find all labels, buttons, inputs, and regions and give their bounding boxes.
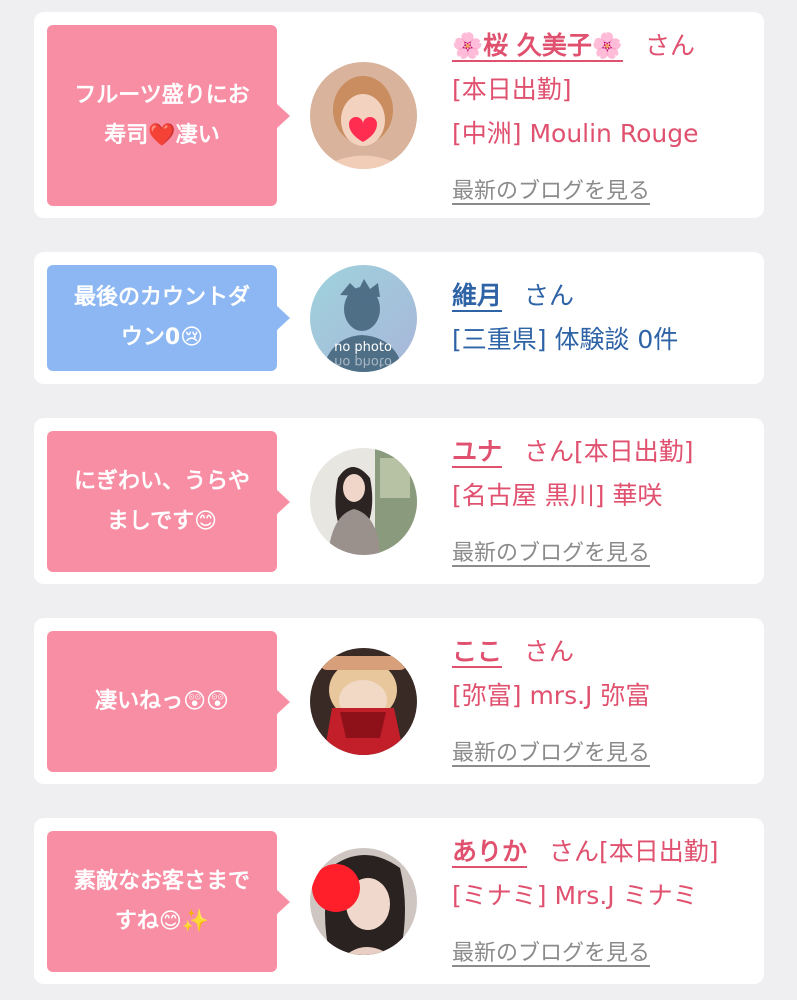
comment-text: 最後のカウントダ ウン0😢 [73, 285, 250, 350]
avatar[interactable] [310, 648, 417, 755]
honorific: さん [524, 637, 575, 666]
honorific: さん[本日出勤] [549, 837, 719, 866]
avatar[interactable]: no photo no photo [310, 265, 417, 372]
profile-name-link[interactable]: 維月 [452, 281, 502, 310]
view-blog-link[interactable]: 最新のブログを見る [452, 741, 650, 766]
view-blog-link[interactable]: 最新のブログを見る [452, 541, 650, 566]
profile-name-link[interactable]: ユナ [452, 437, 502, 466]
comment-bubble: 素敵なお客さまで すね😊✨ [47, 831, 290, 972]
avatar-photo-icon [310, 448, 417, 555]
comment-card: フルーツ盛りにお 寿司❤️凄い 🌸桜 久美子🌸 さん [本日出勤] [中洲] Mo… [34, 12, 764, 218]
avatar-photo-icon [310, 848, 417, 955]
profile-name-link[interactable]: 🌸桜 久美子🌸 [452, 31, 623, 60]
profile-info: 🌸桜 久美子🌸 さん [本日出勤] [中洲] Moulin Rouge 最新のブロ… [452, 24, 699, 212]
no-photo-label: no photo [334, 340, 392, 355]
comment-bubble: にぎわい、うらや ましです😊 [47, 431, 290, 572]
no-photo-icon: no photo no photo [310, 265, 417, 372]
profile-name-link[interactable]: ありか [452, 837, 527, 866]
comment-text: フルーツ盛りにお 寿司❤️凄い [74, 82, 250, 148]
profile-info: ユナ さん[本日出勤] [名古屋 黒川] 華咲 最新のブログを見る [452, 430, 694, 574]
comment-bubble: 最後のカウントダ ウン0😢 [47, 265, 290, 371]
no-photo-reflection: no photo [334, 354, 392, 369]
shop-location: [名古屋 黒川] 華咲 [452, 481, 663, 510]
profile-name-link[interactable]: ここ [452, 637, 502, 666]
view-blog-link[interactable]: 最新のブログを見る [452, 941, 650, 966]
avatar[interactable] [310, 848, 417, 955]
comment-card: 凄いねっ😲😲 ここ さん [弥富] mrs.J 弥富 最新のブログを見る [34, 618, 764, 784]
avatar-photo-icon [310, 62, 417, 169]
review-count: [三重県] 体験談 0件 [452, 325, 679, 354]
comment-list: フルーツ盛りにお 寿司❤️凄い 🌸桜 久美子🌸 さん [本日出勤] [中洲] Mo… [0, 0, 797, 1000]
avatar-photo-icon [310, 648, 417, 755]
profile-info: 維月 さん [三重県] 体験談 0件 [452, 274, 678, 362]
honorific: さん[本日出勤] [524, 437, 694, 466]
comment-text: 素敵なお客さまで すね😊✨ [73, 868, 250, 934]
shop-location: [ミナミ] Mrs.J ミナミ [452, 881, 698, 910]
comment-text: にぎわい、うらや ましです😊 [73, 468, 250, 534]
view-blog-link[interactable]: 最新のブログを見る [452, 179, 650, 204]
avatar[interactable] [310, 448, 417, 555]
avatar[interactable] [310, 62, 417, 169]
comment-card: にぎわい、うらや ましです😊 ユナ さん[本日出勤] [名古屋 黒川] 華咲 最新… [34, 418, 764, 584]
honorific: さん [644, 31, 695, 60]
honorific: さん [524, 281, 575, 310]
shop-location: [中洲] Moulin Rouge [452, 119, 699, 148]
comment-card: 素敵なお客さまで すね😊✨ ありか さん[本日出勤] [ミナミ] Mrs.J ミナ… [34, 818, 764, 984]
comment-text: 凄いねっ😲😲 [95, 688, 229, 714]
profile-info: ありか さん[本日出勤] [ミナミ] Mrs.J ミナミ 最新のブログを見る [452, 830, 719, 974]
comment-card: 最後のカウントダ ウン0😢 no photo no photo 維月 さん [三… [34, 252, 764, 384]
comment-bubble: フルーツ盛りにお 寿司❤️凄い [47, 25, 290, 206]
profile-info: ここ さん [弥富] mrs.J 弥富 最新のブログを見る [452, 630, 650, 774]
work-status: [本日出勤] [452, 75, 572, 104]
comment-bubble: 凄いねっ😲😲 [47, 631, 290, 772]
shop-location: [弥富] mrs.J 弥富 [452, 681, 651, 710]
